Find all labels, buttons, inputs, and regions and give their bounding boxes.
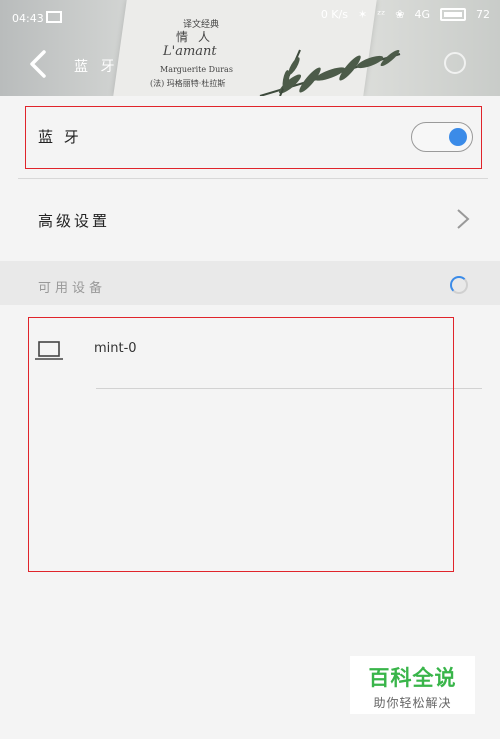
- status-time: 04:43: [12, 12, 44, 25]
- battery-icon: [440, 8, 466, 21]
- help-icon[interactable]: [444, 52, 466, 74]
- bluetooth-toggle[interactable]: [411, 122, 473, 152]
- leaf-image: [259, 49, 401, 96]
- divider: [96, 388, 482, 389]
- battery-level: 72: [476, 8, 490, 21]
- book-author-text: Marguerite Duras: [160, 65, 233, 74]
- available-devices-label: 可用设备: [38, 281, 107, 296]
- divider: [18, 178, 488, 179]
- watermark-subtitle: 助你轻松解决: [373, 696, 452, 710]
- bluetooth-label: 蓝 牙: [38, 128, 82, 146]
- status-icons: 0 K/s ✶ ᶻᶻ ❀ 4G 72: [321, 8, 490, 21]
- device-item[interactable]: mint-0: [0, 305, 500, 389]
- device-name: mint-0: [94, 341, 137, 356]
- sleep-icon: ᶻᶻ: [377, 8, 386, 21]
- laptop-icon: [35, 341, 63, 360]
- paw-icon: ❀: [395, 8, 405, 21]
- signal-icon: 4G: [414, 8, 430, 21]
- advanced-settings-label: 高级设置: [38, 212, 111, 230]
- book-title-latin: L'amant: [163, 44, 217, 59]
- watermark-title: 百科全说: [368, 666, 457, 690]
- page-title: 蓝 牙: [74, 59, 119, 75]
- status-bar: 04:43 0 K/s ✶ ᶻᶻ ❀ 4G 72: [0, 0, 500, 36]
- watermark: 百科全说 助你轻松解决: [350, 656, 475, 714]
- available-devices-header: 可用设备: [0, 261, 500, 305]
- bluetooth-status-icon: ✶: [357, 8, 368, 21]
- toggle-knob: [449, 128, 467, 146]
- loading-spinner-icon: [450, 276, 468, 294]
- chevron-right-icon: [457, 209, 470, 229]
- advanced-settings-row[interactable]: 高级设置: [0, 180, 500, 260]
- back-arrow-icon[interactable]: [26, 50, 50, 78]
- gallery-icon: [46, 11, 62, 23]
- network-speed: 0 K/s: [320, 8, 348, 21]
- header-banner: 译文经典 情人 L'amant Marguerite Duras (法) 玛格丽…: [0, 0, 500, 96]
- book-author-cn: (法) 玛格丽特·杜拉斯: [150, 79, 226, 88]
